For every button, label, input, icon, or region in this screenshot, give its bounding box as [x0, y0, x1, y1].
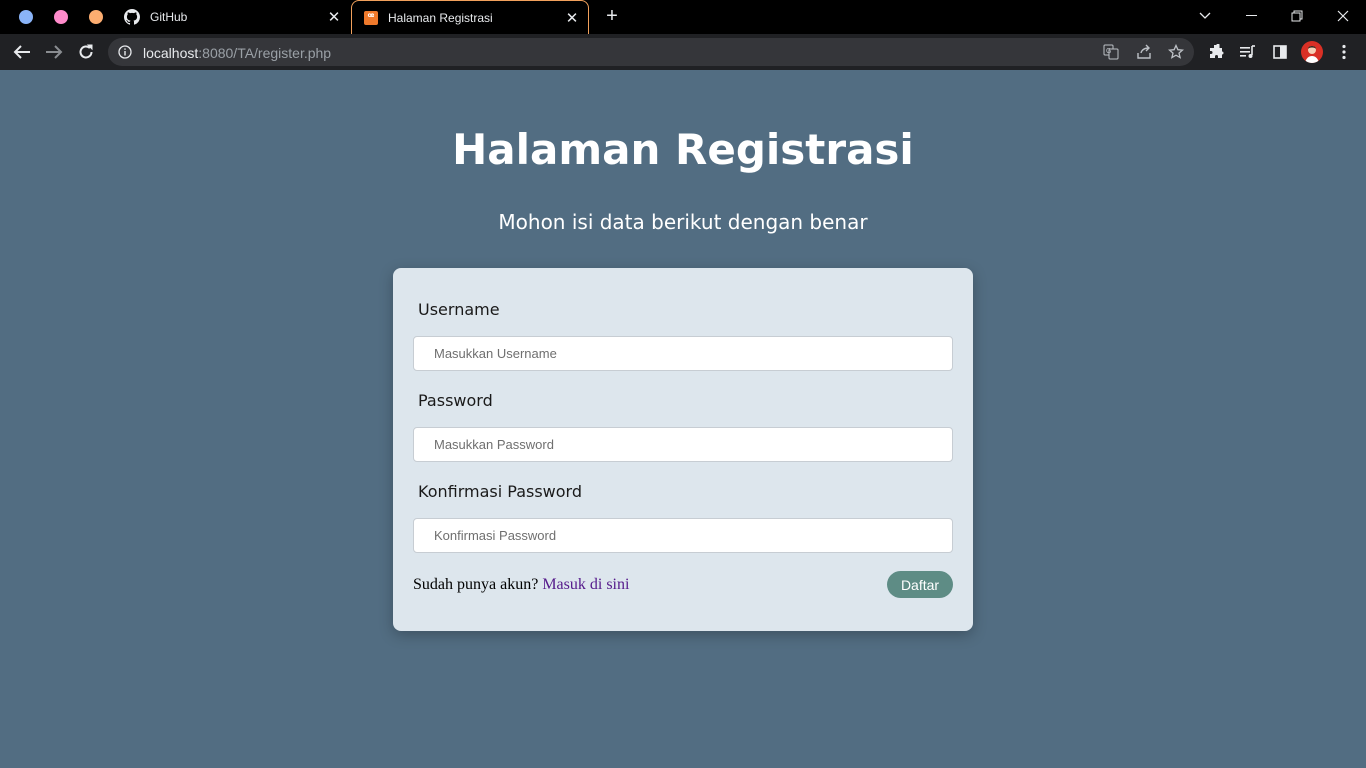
url-text[interactable]: localhost:8080/TA/register.php [143, 45, 331, 61]
login-prompt-text: Sudah punya akun? [413, 576, 539, 593]
password-input[interactable] [413, 427, 953, 462]
registration-form: Username Password Konfirmasi Password Su… [393, 268, 973, 631]
login-prompt: Sudah punya akun? Masuk di sini [413, 576, 629, 594]
bookmark-star-icon[interactable] [1168, 44, 1184, 60]
close-icon[interactable]: ✕ [564, 10, 580, 27]
confirm-password-label: Konfirmasi Password [418, 482, 582, 501]
forward-arrow-icon[interactable] [43, 41, 65, 63]
back-arrow-icon[interactable] [11, 41, 33, 63]
close-icon[interactable]: ✕ [326, 9, 342, 26]
side-panel-icon[interactable] [1270, 42, 1290, 62]
media-queue-icon[interactable] [1238, 42, 1258, 62]
xampp-icon: ꟹ [364, 10, 378, 25]
tab-title: GitHub [150, 10, 188, 24]
reload-icon[interactable] [75, 41, 97, 63]
address-bar[interactable]: localhost:8080/TA/register.php G [108, 38, 1194, 66]
translate-icon[interactable]: G [1103, 44, 1119, 60]
extensions-puzzle-icon[interactable] [1206, 42, 1226, 62]
close-window-icon[interactable] [1332, 6, 1354, 26]
kebab-menu-icon[interactable] [1334, 42, 1354, 62]
tab-group-orange[interactable] [89, 10, 103, 24]
browser-toolbar: localhost:8080/TA/register.php G [0, 34, 1366, 70]
new-tab-plus-icon[interactable]: + [603, 6, 621, 26]
username-label: Username [418, 300, 500, 319]
profile-avatar[interactable] [1301, 41, 1323, 63]
page-title: Halaman Registrasi [452, 125, 914, 174]
minimize-icon[interactable] [1240, 6, 1262, 26]
page-body: Halaman Registrasi Mohon isi data beriku… [0, 70, 1366, 768]
login-link[interactable]: Masuk di sini [542, 576, 629, 593]
url-host: localhost [143, 45, 199, 61]
url-path: :8080/TA/register.php [198, 45, 332, 61]
github-icon [124, 9, 140, 25]
password-label: Password [418, 391, 493, 410]
confirm-password-input[interactable] [413, 518, 953, 553]
svg-text:G: G [1106, 48, 1111, 55]
info-icon[interactable] [118, 45, 132, 59]
username-input[interactable] [413, 336, 953, 371]
tab-group-pink[interactable] [54, 10, 68, 24]
tab-title: Halaman Registrasi [388, 10, 493, 25]
tab-search-chevron-icon[interactable] [1194, 6, 1216, 26]
tab-github[interactable]: GitHub ✕ [114, 0, 350, 34]
page-subtitle: Mohon isi data berikut dengan benar [498, 210, 868, 234]
restore-icon[interactable] [1286, 6, 1308, 26]
tab-halaman-registrasi[interactable]: ꟹ Halaman Registrasi ✕ [351, 0, 589, 34]
share-icon[interactable] [1136, 44, 1152, 60]
tab-group-blue[interactable] [19, 10, 33, 24]
register-button[interactable]: Daftar [887, 571, 953, 598]
tab-strip: GitHub ✕ ꟹ Halaman Registrasi ✕ + [0, 0, 1366, 34]
